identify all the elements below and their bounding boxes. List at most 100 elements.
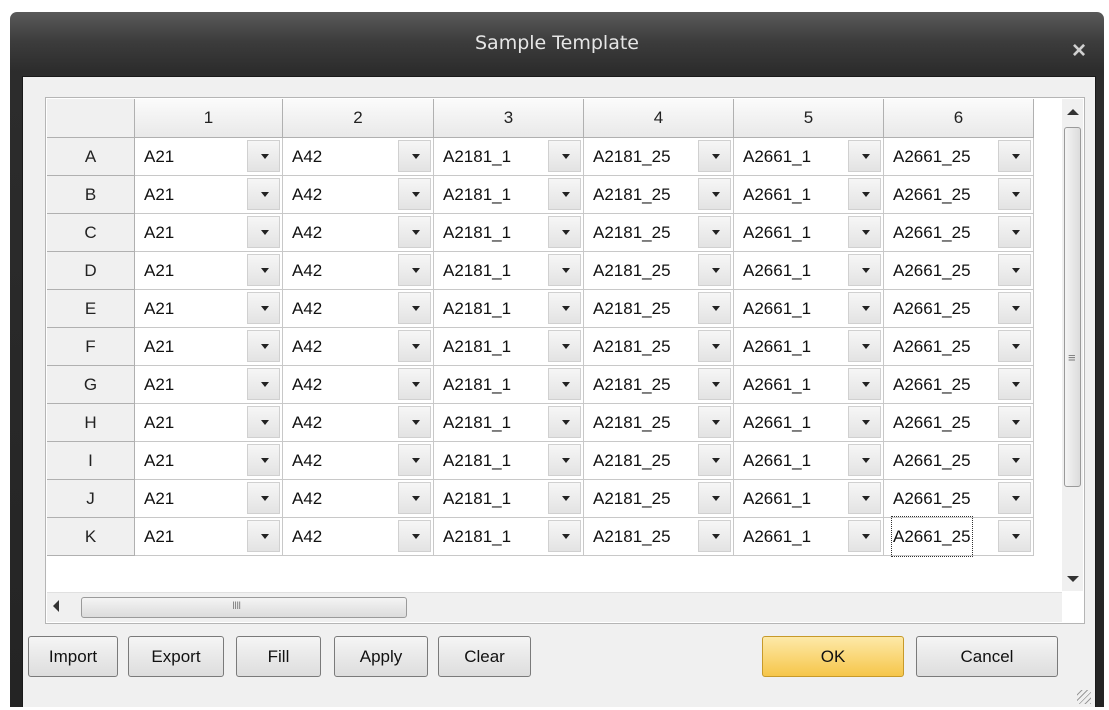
- dropdown-arrow-icon[interactable]: [698, 140, 731, 172]
- dropdown-arrow-icon[interactable]: [848, 330, 881, 362]
- grid-cell-D5[interactable]: A2661_1: [734, 252, 884, 290]
- dropdown-arrow-icon[interactable]: [398, 406, 431, 438]
- row-header-A[interactable]: A: [47, 138, 135, 176]
- grid-cell-H2[interactable]: A42: [283, 404, 434, 442]
- grid-cell-A5[interactable]: A2661_1: [734, 138, 884, 176]
- row-header-C[interactable]: C: [47, 214, 135, 252]
- dropdown-arrow-icon[interactable]: [698, 254, 731, 286]
- dropdown-arrow-icon[interactable]: [247, 216, 280, 248]
- grid-cell-J2[interactable]: A42: [283, 480, 434, 518]
- grid-cell-I5[interactable]: A2661_1: [734, 442, 884, 480]
- cancel-button[interactable]: Cancel: [916, 636, 1058, 677]
- row-header-J[interactable]: J: [47, 480, 135, 518]
- dropdown-arrow-icon[interactable]: [548, 444, 581, 476]
- dropdown-arrow-icon[interactable]: [247, 520, 280, 552]
- grid-cell-B1[interactable]: A21: [135, 176, 283, 214]
- dropdown-arrow-icon[interactable]: [398, 444, 431, 476]
- dropdown-arrow-icon[interactable]: [398, 368, 431, 400]
- scroll-up-icon[interactable]: [1062, 99, 1083, 123]
- fill-button[interactable]: Fill: [236, 636, 321, 677]
- vertical-scroll-thumb[interactable]: [1064, 127, 1081, 487]
- dropdown-arrow-icon[interactable]: [548, 254, 581, 286]
- grid-cell-C1[interactable]: A21: [135, 214, 283, 252]
- grid-cell-A4[interactable]: A2181_25: [584, 138, 734, 176]
- grid-cell-F1[interactable]: A21: [135, 328, 283, 366]
- dropdown-arrow-icon[interactable]: [548, 292, 581, 324]
- grid-cell-C2[interactable]: A42: [283, 214, 434, 252]
- grid-cell-G6[interactable]: A2661_25: [884, 366, 1034, 404]
- grid-cell-E4[interactable]: A2181_25: [584, 290, 734, 328]
- row-header-K[interactable]: K: [47, 518, 135, 556]
- dropdown-arrow-icon[interactable]: [398, 520, 431, 552]
- grid-cell-D6[interactable]: A2661_25: [884, 252, 1034, 290]
- grid-cell-D4[interactable]: A2181_25: [584, 252, 734, 290]
- grid-cell-K6[interactable]: A2661_25: [884, 516, 1034, 557]
- dropdown-arrow-icon[interactable]: [848, 216, 881, 248]
- grid-cell-I2[interactable]: A42: [283, 442, 434, 480]
- dropdown-arrow-icon[interactable]: [247, 292, 280, 324]
- grid-cell-A6[interactable]: A2661_25: [884, 138, 1034, 176]
- dropdown-arrow-icon[interactable]: [548, 178, 581, 210]
- dropdown-arrow-icon[interactable]: [548, 216, 581, 248]
- grid-cell-G3[interactable]: A2181_1: [434, 366, 584, 404]
- grid-cell-F6[interactable]: A2661_25: [884, 328, 1034, 366]
- grid-cell-H3[interactable]: A2181_1: [434, 404, 584, 442]
- column-header-2[interactable]: 2: [283, 99, 434, 138]
- horizontal-scroll-thumb[interactable]: [81, 597, 407, 618]
- dropdown-arrow-icon[interactable]: [998, 406, 1031, 438]
- column-header-3[interactable]: 3: [434, 99, 584, 138]
- dropdown-arrow-icon[interactable]: [398, 330, 431, 362]
- dropdown-arrow-icon[interactable]: [998, 330, 1031, 362]
- dropdown-arrow-icon[interactable]: [548, 330, 581, 362]
- dropdown-arrow-icon[interactable]: [848, 406, 881, 438]
- grid-cell-G5[interactable]: A2661_1: [734, 366, 884, 404]
- row-header-E[interactable]: E: [47, 290, 135, 328]
- grid-cell-B4[interactable]: A2181_25: [584, 176, 734, 214]
- dropdown-arrow-icon[interactable]: [398, 140, 431, 172]
- close-icon[interactable]: ×: [1068, 39, 1090, 63]
- dropdown-arrow-icon[interactable]: [848, 140, 881, 172]
- row-header-D[interactable]: D: [47, 252, 135, 290]
- grid-cell-F2[interactable]: A42: [283, 328, 434, 366]
- row-header-I[interactable]: I: [47, 442, 135, 480]
- horizontal-scrollbar[interactable]: [47, 592, 1062, 622]
- row-header-B[interactable]: B: [47, 176, 135, 214]
- grid-cell-H1[interactable]: A21: [135, 404, 283, 442]
- dropdown-arrow-icon[interactable]: [398, 178, 431, 210]
- grid-cell-K3[interactable]: A2181_1: [434, 518, 584, 556]
- dropdown-arrow-icon[interactable]: [247, 178, 280, 210]
- dropdown-arrow-icon[interactable]: [998, 520, 1031, 552]
- grid-cell-D2[interactable]: A42: [283, 252, 434, 290]
- dropdown-arrow-icon[interactable]: [998, 482, 1031, 514]
- grid-cell-C5[interactable]: A2661_1: [734, 214, 884, 252]
- clear-button[interactable]: Clear: [438, 636, 531, 677]
- column-header-6[interactable]: 6: [884, 99, 1034, 138]
- dropdown-arrow-icon[interactable]: [698, 520, 731, 552]
- grid-cell-A1[interactable]: A21: [135, 138, 283, 176]
- dropdown-arrow-icon[interactable]: [998, 444, 1031, 476]
- grid-cell-J1[interactable]: A21: [135, 480, 283, 518]
- dropdown-arrow-icon[interactable]: [247, 254, 280, 286]
- row-header-F[interactable]: F: [47, 328, 135, 366]
- grid-cell-F4[interactable]: A2181_25: [584, 328, 734, 366]
- grid-cell-E1[interactable]: A21: [135, 290, 283, 328]
- dropdown-arrow-icon[interactable]: [998, 292, 1031, 324]
- grid-cell-G1[interactable]: A21: [135, 366, 283, 404]
- grid-cell-D1[interactable]: A21: [135, 252, 283, 290]
- dropdown-arrow-icon[interactable]: [998, 216, 1031, 248]
- import-button[interactable]: Import: [28, 636, 118, 677]
- dropdown-arrow-icon[interactable]: [398, 254, 431, 286]
- grid-cell-D3[interactable]: A2181_1: [434, 252, 584, 290]
- title-bar[interactable]: Sample Template ×: [10, 12, 1104, 76]
- export-button[interactable]: Export: [128, 636, 224, 677]
- dropdown-arrow-icon[interactable]: [998, 140, 1031, 172]
- dropdown-arrow-icon[interactable]: [698, 216, 731, 248]
- dropdown-arrow-icon[interactable]: [548, 482, 581, 514]
- column-header-4[interactable]: 4: [584, 99, 734, 138]
- grid-cell-C3[interactable]: A2181_1: [434, 214, 584, 252]
- scroll-down-icon[interactable]: [1062, 567, 1083, 591]
- grid-cell-B3[interactable]: A2181_1: [434, 176, 584, 214]
- dropdown-arrow-icon[interactable]: [247, 140, 280, 172]
- grid-cell-A2[interactable]: A42: [283, 138, 434, 176]
- dropdown-arrow-icon[interactable]: [698, 178, 731, 210]
